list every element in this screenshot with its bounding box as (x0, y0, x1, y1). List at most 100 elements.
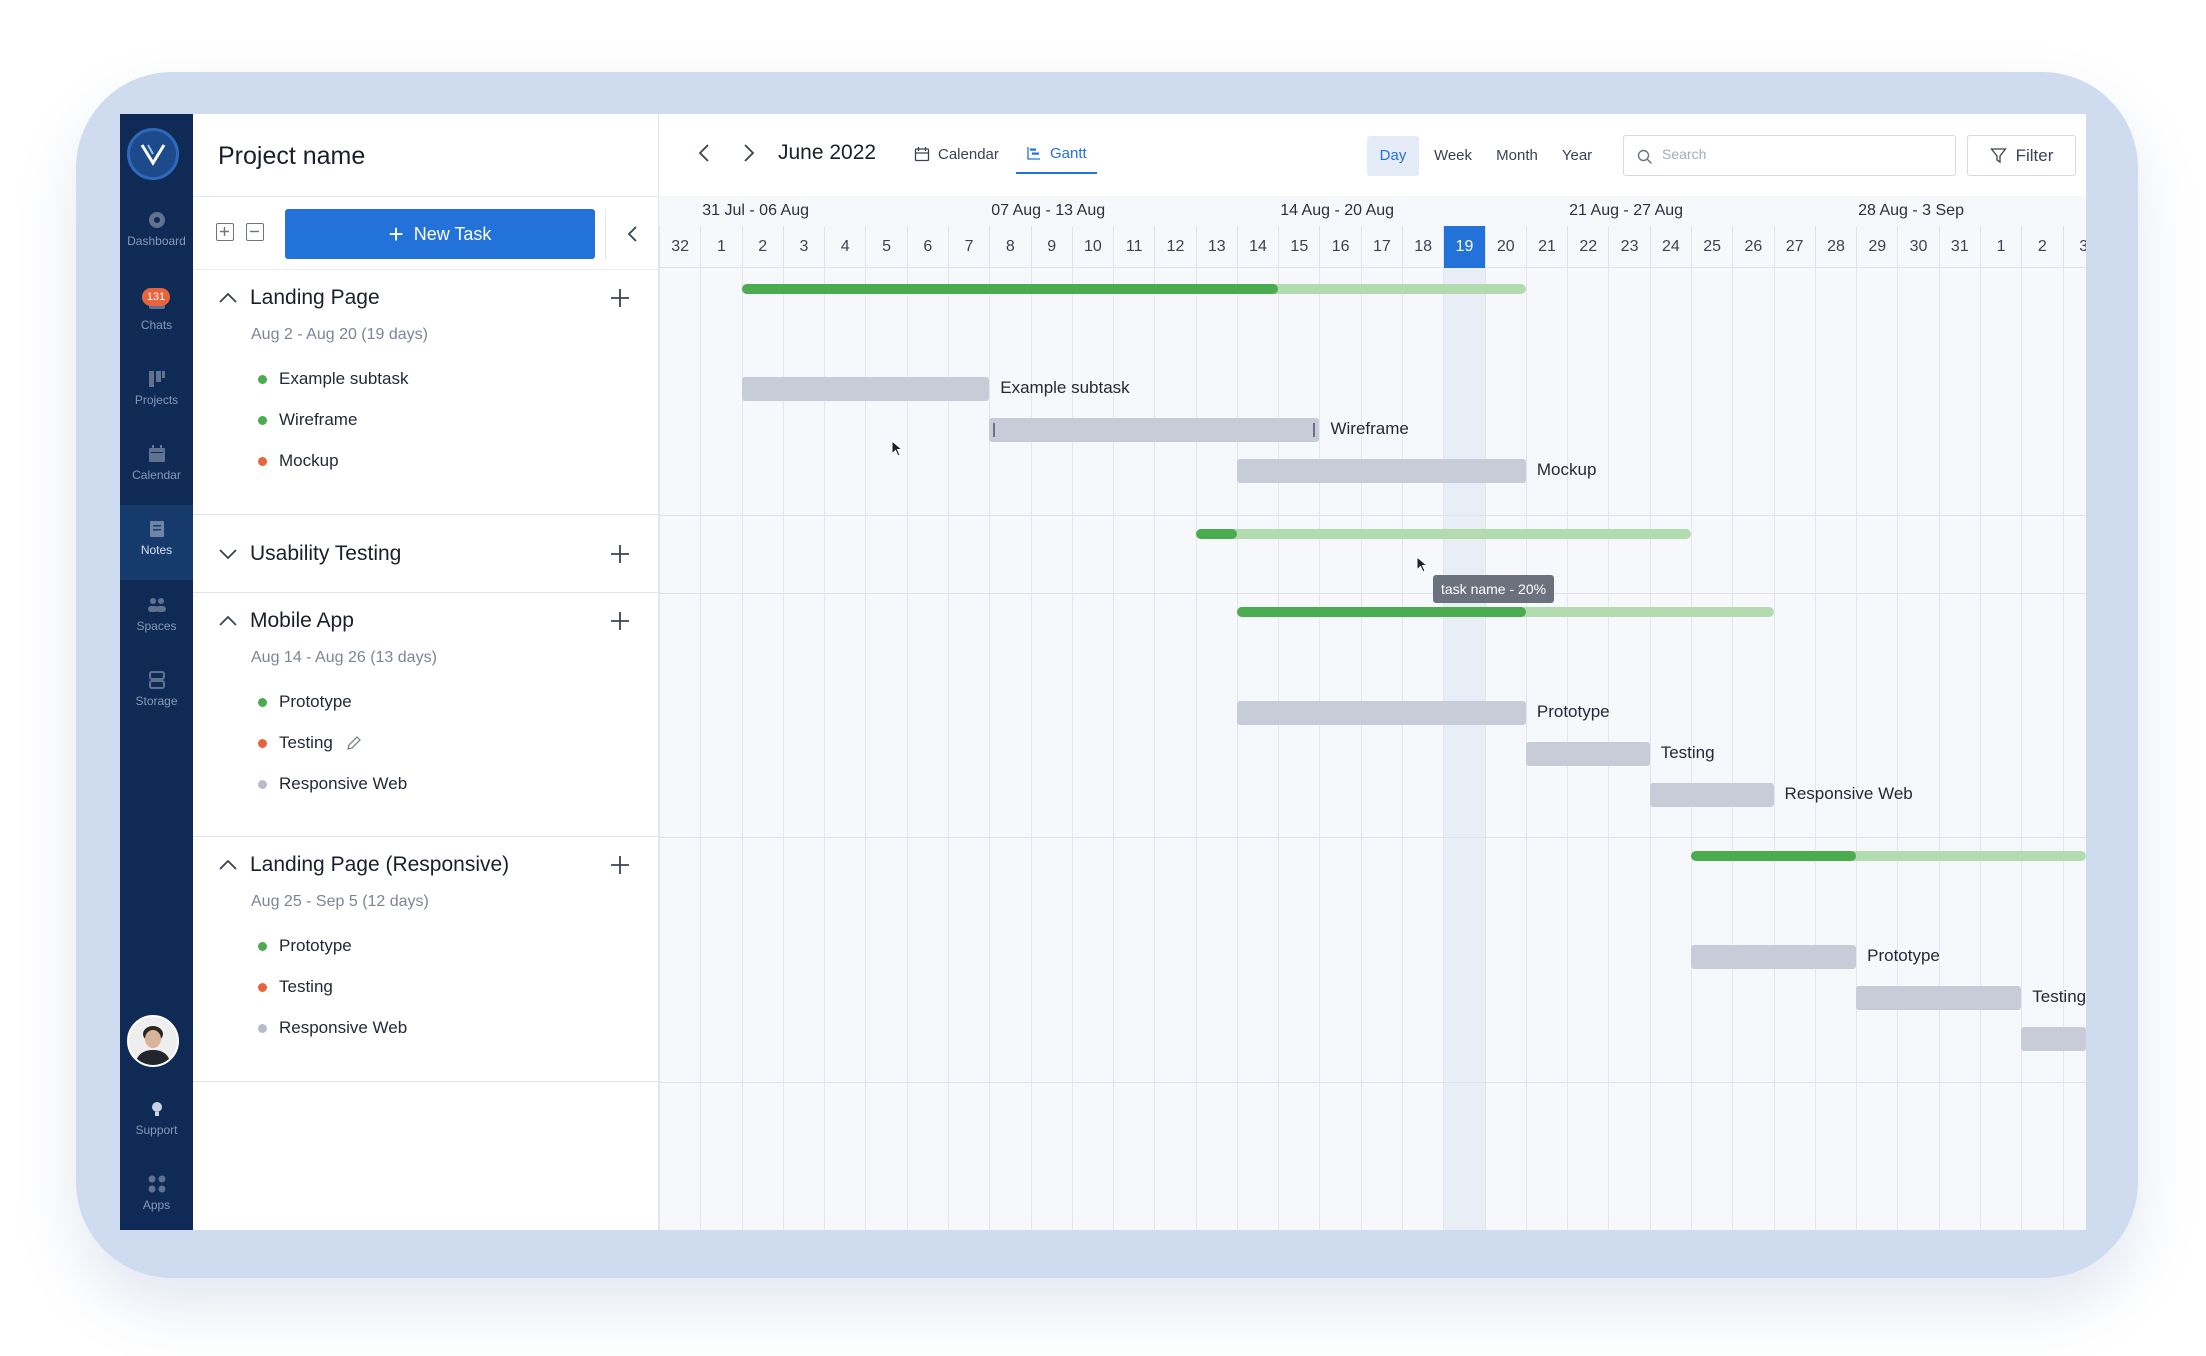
task-bar[interactable] (741, 377, 990, 401)
search-input[interactable] (1662, 146, 1942, 162)
nav-item-apps[interactable]: Apps (120, 1174, 193, 1230)
day-cell[interactable]: 27 (1773, 226, 1815, 268)
day-cell[interactable]: 28 (1814, 226, 1856, 268)
group-header[interactable]: Landing Page (218, 284, 380, 312)
scale-week[interactable]: Week (1423, 136, 1483, 176)
subtask-item[interactable]: Example subtask (258, 368, 408, 390)
day-cell[interactable]: 2 (2021, 226, 2062, 268)
day-cell[interactable]: 6 (906, 226, 948, 268)
grid-line (947, 268, 949, 1230)
day-cell[interactable]: 4 (824, 226, 865, 268)
chevron-left-icon[interactable] (692, 140, 718, 166)
task-bar[interactable] (989, 418, 1320, 442)
day-cell[interactable]: 25 (1691, 226, 1732, 268)
day-cell[interactable]: 7 (947, 226, 989, 268)
day-cell[interactable]: 9 (1030, 226, 1072, 268)
day-cell[interactable]: 24 (1649, 226, 1691, 268)
chevron-up-icon[interactable] (218, 615, 238, 627)
day-cell[interactable]: 3 (782, 226, 824, 268)
day-cell[interactable]: 11 (1113, 226, 1154, 268)
nav-item-chats[interactable]: 131 Chats (120, 288, 193, 354)
scale-month[interactable]: Month (1485, 136, 1549, 176)
subtask-item[interactable]: Responsive Web (258, 773, 407, 795)
chevron-down-icon[interactable] (218, 548, 238, 560)
nav-item-calendar[interactable]: Calendar (120, 444, 193, 504)
day-cell[interactable]: 12 (1154, 226, 1195, 268)
add-task-icon[interactable] (608, 542, 632, 566)
nav-item-storage[interactable]: Storage (120, 670, 193, 730)
expand-all-button[interactable] (216, 223, 234, 241)
day-cell[interactable]: 18 (1402, 226, 1443, 268)
day-cell[interactable]: 29 (1856, 226, 1897, 268)
day-cell[interactable]: 5 (865, 226, 906, 268)
collapse-panel-button[interactable] (605, 209, 659, 259)
task-bar[interactable] (1856, 986, 2022, 1010)
day-cell[interactable]: 1 (1979, 226, 2021, 268)
task-bar[interactable] (1236, 459, 1526, 483)
day-cell[interactable]: 19 (1443, 226, 1485, 268)
subtask-item[interactable]: Testing (258, 732, 363, 754)
collapse-all-button[interactable] (246, 223, 264, 241)
day-cell[interactable]: 23 (1608, 226, 1649, 268)
chevron-up-icon[interactable] (218, 292, 238, 304)
scale-year[interactable]: Year (1551, 136, 1603, 176)
task-bar[interactable] (2021, 1027, 2086, 1051)
group-header[interactable]: Mobile App (218, 607, 354, 635)
scale-day[interactable]: Day (1367, 136, 1419, 176)
app-logo[interactable] (127, 128, 179, 180)
task-bar[interactable] (1236, 701, 1526, 725)
chevron-up-icon[interactable] (218, 859, 238, 871)
day-cell[interactable]: 17 (1360, 226, 1402, 268)
day-cell[interactable]: 8 (989, 226, 1030, 268)
new-task-button[interactable]: + New Task (285, 209, 595, 259)
task-bar-label: Testing (2032, 987, 2086, 1006)
subtask-item[interactable]: Testing (258, 976, 333, 998)
day-cell[interactable]: 21 (1525, 226, 1567, 268)
filter-button[interactable]: Filter (1967, 135, 2076, 176)
day-cell[interactable]: 1 (700, 226, 741, 268)
grid-line (1236, 268, 1238, 1230)
tab-calendar[interactable]: Calendar (904, 134, 1009, 174)
day-cell[interactable]: 10 (1071, 226, 1113, 268)
day-cell[interactable]: 14 (1236, 226, 1278, 268)
add-task-icon[interactable] (608, 853, 632, 877)
nav-item-projects[interactable]: Projects (120, 369, 193, 429)
nav-item-support[interactable]: Support (120, 1099, 193, 1159)
resize-handle-left[interactable] (993, 423, 996, 437)
day-cell[interactable]: 2 (741, 226, 783, 268)
add-task-icon[interactable] (608, 286, 632, 310)
subtask-item[interactable]: Responsive Web (258, 1017, 407, 1039)
day-cell[interactable]: 15 (1278, 226, 1319, 268)
day-cell[interactable]: 22 (1567, 226, 1608, 268)
day-cell[interactable]: 20 (1484, 226, 1526, 268)
nav-item-notes[interactable]: Notes (120, 505, 193, 580)
calendar-icon (148, 445, 165, 462)
resize-handle-right[interactable] (1313, 423, 1316, 437)
subtask-item[interactable]: Wireframe (258, 409, 357, 431)
nav-item-spaces[interactable]: Spaces (120, 595, 193, 655)
day-cell[interactable]: 30 (1897, 226, 1938, 268)
summary-progress-track[interactable] (1195, 529, 1691, 539)
day-cell[interactable]: 16 (1319, 226, 1360, 268)
user-avatar[interactable] (127, 1015, 179, 1067)
nav-item-dashboard[interactable]: Dashboard (120, 210, 193, 270)
subtask-item[interactable]: Mockup (258, 450, 339, 472)
group-header[interactable]: Usability Testing (218, 540, 401, 568)
subtask-item[interactable]: Prototype (258, 935, 352, 957)
day-cell[interactable]: 32 (659, 226, 700, 268)
group-header[interactable]: Landing Page (Responsive) (218, 851, 509, 879)
pencil-edit-icon[interactable] (345, 734, 363, 752)
task-bar[interactable] (1649, 783, 1774, 807)
task-bar[interactable] (1525, 742, 1650, 766)
add-task-icon[interactable] (608, 609, 632, 633)
subtask-item[interactable]: Prototype (258, 691, 352, 713)
day-cell[interactable]: 13 (1195, 226, 1237, 268)
tab-gantt[interactable]: Gantt (1016, 134, 1097, 174)
day-cell[interactable]: 31 (1938, 226, 1980, 268)
chevron-right-icon[interactable] (735, 140, 761, 166)
day-cell[interactable]: 26 (1732, 226, 1773, 268)
task-bar[interactable] (1691, 945, 1857, 969)
day-cell[interactable]: 3 (2062, 226, 2086, 268)
subtask-label: Wireframe (279, 410, 358, 429)
today-column-highlight (1443, 268, 1485, 1230)
